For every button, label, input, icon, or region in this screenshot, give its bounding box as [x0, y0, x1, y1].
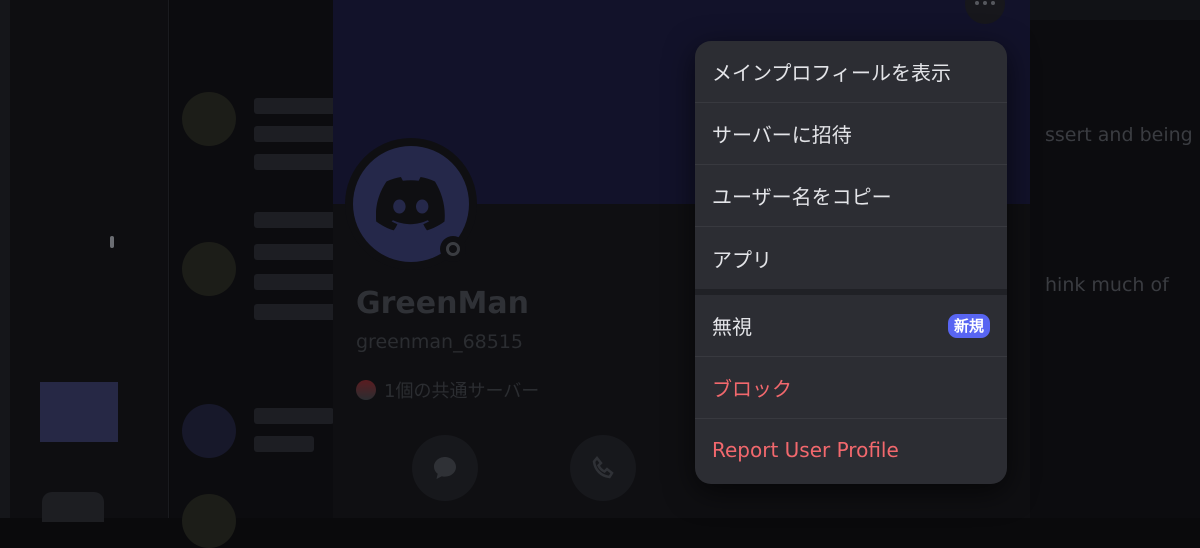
avatar: [182, 92, 236, 146]
left-rail: [0, 0, 10, 518]
chat-bubble-icon: [434, 457, 456, 479]
status-indicator: [440, 236, 466, 262]
more-icon: [975, 1, 979, 5]
discord-logo-icon: [376, 177, 445, 231]
menu-item-block[interactable]: ブロック: [695, 357, 1007, 419]
mutual-servers[interactable]: 1個の共通サーバー: [356, 377, 539, 403]
menu-item-report-user-profile[interactable]: Report User Profile: [695, 419, 1007, 481]
header-bar: [1030, 0, 1200, 20]
menu-item-apps[interactable]: アプリ: [695, 227, 1007, 289]
avatar: [182, 494, 236, 548]
message-text-fragment: ssert and being: [1045, 124, 1193, 146]
display-name: GreenMan: [356, 286, 529, 321]
server-icon[interactable]: [40, 382, 118, 442]
menu-item-ignore[interactable]: 無視 新規: [695, 295, 1007, 357]
message-button[interactable]: [412, 435, 478, 501]
mutual-servers-label: 1個の共通サーバー: [384, 381, 540, 402]
message-text-fragment: hink much of: [1045, 274, 1169, 296]
menu-item-view-main-profile[interactable]: メインプロフィールを表示: [695, 41, 1007, 103]
call-button[interactable]: [570, 435, 636, 501]
menu-item-copy-username[interactable]: ユーザー名をコピー: [695, 165, 1007, 227]
unread-indicator: [110, 236, 114, 248]
username: greenman_68515: [356, 331, 524, 353]
new-badge: 新規: [947, 313, 990, 338]
server-icon: [356, 380, 376, 400]
profile-context-menu: メインプロフィールを表示 サーバーに招待 ユーザー名をコピー アプリ 無視 新規…: [695, 41, 1007, 484]
avatar: [182, 242, 236, 296]
phone-icon: [592, 456, 614, 479]
menu-item-invite-to-server[interactable]: サーバーに招待: [695, 103, 1007, 165]
avatar: [182, 404, 236, 458]
